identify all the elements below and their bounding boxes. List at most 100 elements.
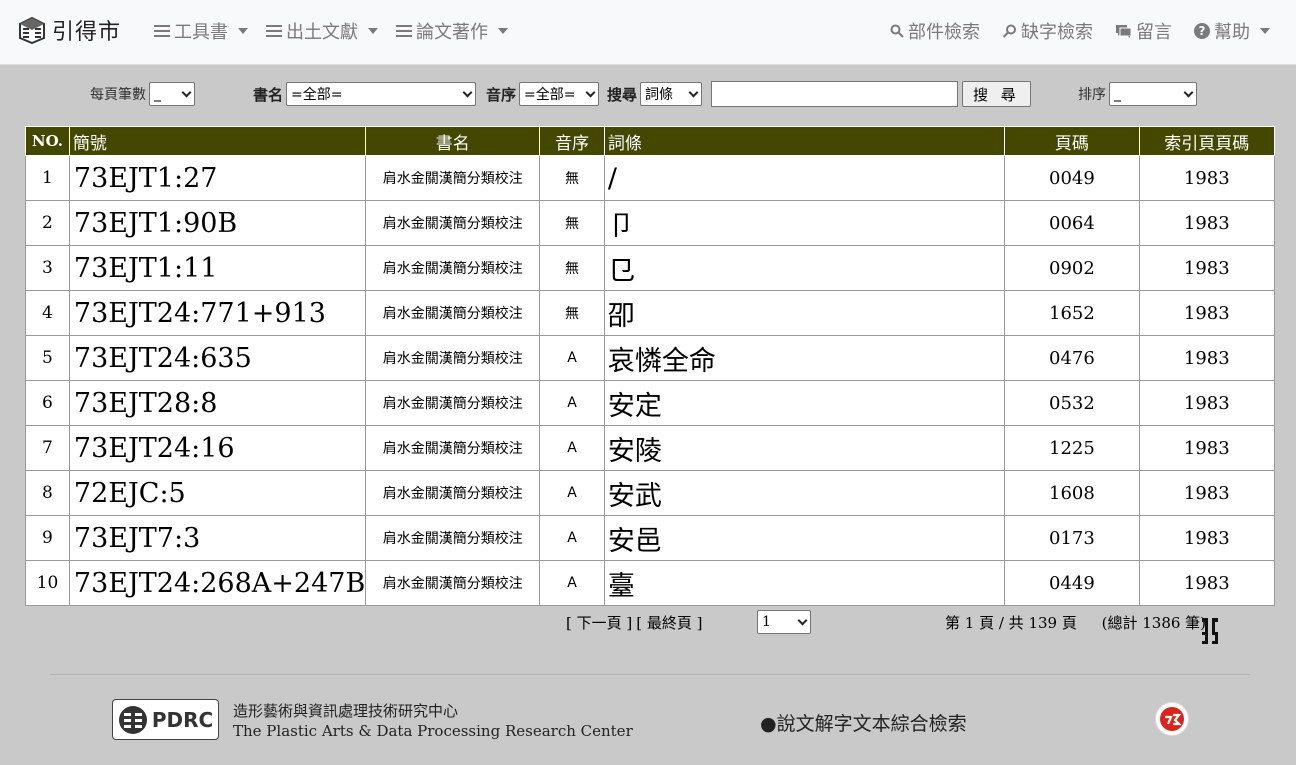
org-name-en: The Plastic Arts & Data Processing Resea… (233, 722, 633, 740)
cell-book: 肩水金關漢簡分類校注 (365, 200, 541, 246)
cell-book: 肩水金關漢簡分類校注 (365, 425, 541, 471)
query-group (711, 81, 958, 107)
top-navbar: 引得市 工具書 出土文獻 論文著作 部件檢索 缺字檢索 留言 ? 幫助 (0, 0, 1296, 65)
chevron-down-icon (462, 87, 473, 97)
header-book[interactable]: 書名 (365, 126, 541, 156)
table-row: 8 72EJC:5 肩水金關漢簡分類校注 A 安武 1608 1983 (25, 470, 1276, 516)
cell-term: / (603, 155, 1006, 201)
search-label: 搜尋 (607, 85, 638, 104)
cell-index-page: 1983 (1138, 425, 1276, 471)
expand-icon[interactable] (1200, 618, 1220, 646)
order-select[interactable]: =全部= (519, 82, 600, 106)
page-select[interactable]: 1 (757, 610, 811, 634)
cell-page: 0532 (1004, 380, 1140, 426)
book-select[interactable]: =全部= (286, 82, 477, 106)
query-input[interactable] (711, 81, 958, 107)
cell-no: 4 (25, 290, 70, 336)
pdrc-logo[interactable]: PDRC (112, 699, 219, 740)
page-info-text: 第 1 頁 / 共 139 頁 (945, 614, 1077, 632)
order-value: =全部= (524, 87, 576, 103)
search-bar: 每頁筆數 _ 書名 =全部= 音序 =全部= 搜尋 詞條 搜 尋 排序 _ (0, 81, 1296, 109)
cell-page: 1608 (1004, 470, 1140, 516)
brand-logo-icon (19, 16, 45, 44)
cell-index-page: 1983 (1138, 245, 1276, 291)
cell-book: 肩水金關漢簡分類校注 (365, 380, 541, 426)
pdrc-emblem-icon (118, 705, 147, 734)
cell-id: 73EJT1:90B (68, 200, 367, 246)
cell-index-page: 1983 (1138, 155, 1276, 201)
table-row: 9 73EJT7:3 肩水金關漢簡分類校注 A 安邑 0173 1983 (25, 515, 1276, 561)
per-page-select[interactable]: _ (149, 82, 195, 106)
search-button[interactable]: 搜 尋 (962, 81, 1031, 107)
cell-index-page: 1983 (1138, 290, 1276, 336)
table-body: 1 73EJT1:27 肩水金關漢簡分類校注無/0049 1983 2 73EJT1:90… (25, 155, 1276, 606)
footer-org: 造形藝術與資訊處理技術研究中心 The Plastic Arts & Data … (233, 700, 633, 740)
caret-down-icon (1260, 28, 1270, 34)
shuowen-search-link[interactable]: ●說文解字文本綜合檢索 (760, 709, 967, 736)
chevron-down-icon (585, 87, 596, 97)
cell-no: 5 (25, 335, 70, 381)
header-order[interactable]: 音序 (539, 126, 605, 156)
sort-select[interactable]: _ (1109, 82, 1197, 106)
cell-term: 安陵 (603, 425, 1006, 471)
cell-term: 卩 (603, 200, 1006, 246)
nav-missing-char-search[interactable]: 缺字檢索 (1002, 18, 1093, 44)
cell-term: 臺 (603, 560, 1006, 606)
cell-no: 8 (25, 470, 70, 516)
sort-value: _ (1114, 86, 1121, 102)
nav-papers-dropdown[interactable]: 論文著作 (396, 18, 508, 44)
cell-id: 73EJT7:3 (68, 515, 367, 561)
chat-icon (1116, 24, 1132, 38)
cell-id: 72EJC:5 (68, 470, 367, 516)
cell-book: 肩水金關漢簡分類校注 (365, 290, 541, 336)
cell-no: 9 (25, 515, 70, 561)
cell-page: 1652 (1004, 290, 1140, 336)
search-button-group: 搜 尋 (962, 81, 1031, 107)
last-page-link[interactable]: [ 最終頁 ] (636, 612, 702, 633)
nav-right: 部件檢索 缺字檢索 留言 ? 幫助 (890, 18, 1270, 44)
nav-tools-dropdown[interactable]: 工具書 (154, 18, 248, 44)
cell-id: 73EJT24:268A+247B (68, 560, 367, 606)
cell-no: 1 (25, 155, 70, 201)
cell-page: 0049 (1004, 155, 1140, 201)
caret-down-icon (498, 28, 508, 34)
cell-order: A (539, 560, 605, 606)
cell-no: 2 (25, 200, 70, 246)
sort-group: 排序 _ (1078, 81, 1197, 107)
brand[interactable]: 引得市 (18, 14, 121, 46)
nav-message[interactable]: 留言 (1115, 18, 1172, 44)
per-page-label: 每頁筆數 (90, 87, 146, 103)
chevron-down-icon (688, 87, 699, 97)
book-label: 書名 (253, 85, 284, 104)
order-label: 音序 (486, 85, 517, 104)
table-row: 10 73EJT24:268A+247B 肩水金關漢簡分類校注 A 臺 0449 1983 (25, 560, 1276, 606)
header-no[interactable]: NO. (25, 126, 70, 156)
nav-label: 論文著作 (416, 22, 488, 43)
search-field-group: 搜尋 詞條 (607, 81, 703, 107)
header-term[interactable]: 詞條 (603, 126, 1006, 156)
cell-index-page: 1983 (1138, 560, 1276, 606)
accessibility-badge[interactable] (1155, 702, 1189, 736)
cell-index-page: 1983 (1138, 200, 1276, 246)
pagination-links: [ 下一頁 ] [ 最終頁 ] (566, 612, 703, 633)
header-index-page[interactable]: 索引頁頁碼 (1138, 126, 1276, 156)
cell-page: 0173 (1004, 515, 1140, 561)
cell-index-page: 1983 (1138, 335, 1276, 381)
help-icon: ? (1194, 23, 1210, 39)
cell-term: 哀憐全命 (603, 335, 1006, 381)
cell-id: 73EJT24:771+913 (68, 290, 367, 336)
header-id[interactable]: 簡號 (68, 126, 367, 156)
sort-label: 排序 (1078, 87, 1106, 103)
header-page[interactable]: 頁碼 (1004, 126, 1140, 156)
nav-excavated-dropdown[interactable]: 出土文獻 (266, 18, 378, 44)
nav-label: 幫助 (1214, 22, 1250, 43)
search-field-select[interactable]: 詞條 (640, 82, 703, 106)
chevron-down-icon (797, 615, 808, 625)
cell-page: 0902 (1004, 245, 1140, 291)
cell-order: A (539, 380, 605, 426)
org-name-zh: 造形藝術與資訊處理技術研究中心 (233, 702, 459, 720)
next-page-link[interactable]: [ 下一頁 ] (566, 612, 632, 633)
cell-order: A (539, 425, 605, 471)
nav-component-search[interactable]: 部件檢索 (890, 18, 980, 44)
nav-help-dropdown[interactable]: ? 幫助 (1194, 18, 1270, 44)
